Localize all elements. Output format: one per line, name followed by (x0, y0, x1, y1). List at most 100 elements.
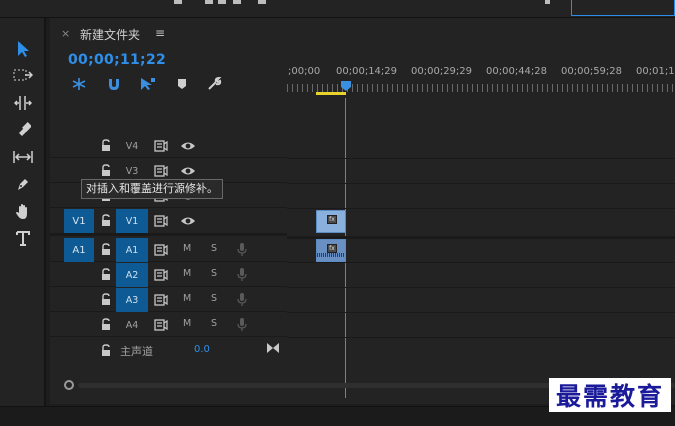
track-name[interactable]: A3 (116, 288, 148, 312)
type-tool-icon[interactable] (10, 227, 36, 249)
ruler-label: 00;00;29;29 (411, 66, 473, 77)
audio-waveform (317, 253, 345, 257)
sync-lock-icon[interactable] (154, 215, 168, 227)
tab-close-button[interactable]: × (61, 27, 70, 40)
menu-glyph (174, 0, 182, 4)
video-clip[interactable]: fx (316, 210, 346, 233)
solo-button[interactable]: S (211, 268, 217, 279)
timeline-settings-wrench-icon[interactable] (206, 76, 224, 92)
zoom-handle[interactable] (64, 380, 74, 390)
track-name[interactable]: V4 (116, 134, 148, 158)
timeline-panel: × 新建文件夹 ≡ 00;00;11;22 ;00;00 00;00;14;29… (50, 18, 675, 404)
track-separator (287, 287, 675, 288)
track-name[interactable]: A4 (116, 313, 148, 337)
microphone-icon[interactable] (237, 267, 247, 282)
microphone-icon[interactable] (237, 242, 247, 257)
panel-menu-button[interactable]: ≡ (155, 26, 165, 40)
tools-panel (0, 18, 46, 408)
track-header-a3: A3 M S (50, 288, 287, 312)
sync-lock-icon[interactable] (154, 269, 168, 281)
lock-icon[interactable] (100, 344, 112, 357)
track-separator (287, 158, 675, 159)
track-separator (287, 183, 675, 184)
microphone-icon[interactable] (237, 317, 247, 332)
eye-icon[interactable] (180, 140, 196, 152)
nest-sequence-icon[interactable] (70, 76, 88, 92)
timeline-tab: × 新建文件夹 ≡ (50, 24, 675, 44)
source-patch-tooltip: 对插入和覆盖进行源修补。 (81, 179, 223, 199)
timeline-tracks[interactable]: fx fx (287, 128, 675, 378)
sync-lock-icon[interactable] (154, 294, 168, 306)
source-patch-a1[interactable]: A1 (64, 238, 94, 262)
eye-icon[interactable] (180, 215, 196, 227)
track-header-v1: V1 V1 (50, 209, 287, 236)
ruler-label: 00;00;14;29 (336, 66, 398, 77)
master-track-header: 主声道 0.0 (50, 339, 287, 361)
menu-glyph (218, 0, 226, 4)
track-name[interactable]: A2 (116, 263, 148, 287)
eye-icon[interactable] (180, 165, 196, 177)
lock-icon[interactable] (100, 293, 112, 306)
sync-lock-icon[interactable] (154, 140, 168, 152)
ruler-label: 00;01;14 (636, 66, 675, 77)
audio-clip[interactable]: fx (316, 239, 346, 262)
fx-badge: fx (327, 215, 337, 224)
pen-tool-icon[interactable] (10, 173, 36, 195)
mute-button[interactable]: M (183, 318, 191, 329)
solo-button[interactable]: S (211, 243, 217, 254)
ruler-label: 00;00;59;28 (561, 66, 623, 77)
in-out-range-bar[interactable] (316, 92, 346, 95)
focused-panel-frame (571, 0, 675, 16)
lock-icon[interactable] (100, 164, 112, 177)
sync-lock-icon[interactable] (154, 165, 168, 177)
track-separator (287, 208, 675, 209)
track-headers: V4 V3 V2 V1 V1 A1 A1 (50, 128, 287, 393)
slip-tool-icon[interactable] (10, 146, 36, 168)
mute-button[interactable]: M (183, 268, 191, 279)
lock-icon[interactable] (100, 318, 112, 331)
playhead-handle-icon[interactable] (340, 80, 352, 92)
watermark-logo: 最需教育 (549, 378, 671, 412)
track-header-v4: V4 (50, 134, 287, 158)
selection-tool-icon[interactable] (10, 38, 36, 60)
fx-badge: fx (327, 244, 337, 253)
solo-button[interactable]: S (211, 318, 217, 329)
lock-icon[interactable] (100, 139, 112, 152)
menu-glyph (205, 0, 213, 4)
snap-magnet-icon[interactable] (105, 76, 123, 92)
mute-button[interactable]: M (183, 293, 191, 304)
sequence-tab-title[interactable]: 新建文件夹 (80, 26, 140, 43)
sync-lock-icon[interactable] (154, 319, 168, 331)
menu-glyph (545, 0, 550, 4)
ripple-edit-tool-icon[interactable] (10, 92, 36, 114)
ruler-label: 00;00;44;28 (486, 66, 548, 77)
source-patch-v1[interactable]: V1 (64, 209, 94, 233)
ruler-label: ;00;00 (288, 66, 321, 77)
razor-tool-icon[interactable] (10, 119, 36, 141)
lock-icon[interactable] (100, 214, 112, 227)
solo-button[interactable]: S (211, 293, 217, 304)
add-marker-icon[interactable] (173, 76, 191, 92)
master-expand-icon[interactable] (266, 342, 280, 354)
master-track-label: 主声道 (120, 345, 153, 358)
time-ruler[interactable]: ;00;00 00;00;14;29 00;00;29;29 00;00;44;… (287, 58, 675, 95)
track-header-a4: A4 M S (50, 313, 287, 337)
menu-glyph (258, 0, 266, 4)
track-separator (287, 337, 675, 338)
track-name[interactable]: V1 (116, 209, 148, 233)
master-volume-value[interactable]: 0.0 (194, 344, 210, 355)
track-separator (287, 262, 675, 263)
track-header-a1: A1 A1 M S (50, 238, 287, 262)
lock-icon[interactable] (100, 268, 112, 281)
sync-lock-icon[interactable] (154, 244, 168, 256)
linked-selection-icon[interactable] (139, 76, 157, 92)
playhead-timecode[interactable]: 00;00;11;22 (68, 52, 166, 68)
track-select-tool-icon[interactable] (10, 64, 36, 86)
lock-icon[interactable] (100, 243, 112, 256)
hand-tool-icon[interactable] (10, 200, 36, 222)
top-menu-strip (0, 0, 675, 18)
mute-button[interactable]: M (183, 243, 191, 254)
menu-glyph (233, 0, 241, 4)
microphone-icon[interactable] (237, 292, 247, 307)
track-name[interactable]: A1 (116, 238, 148, 262)
